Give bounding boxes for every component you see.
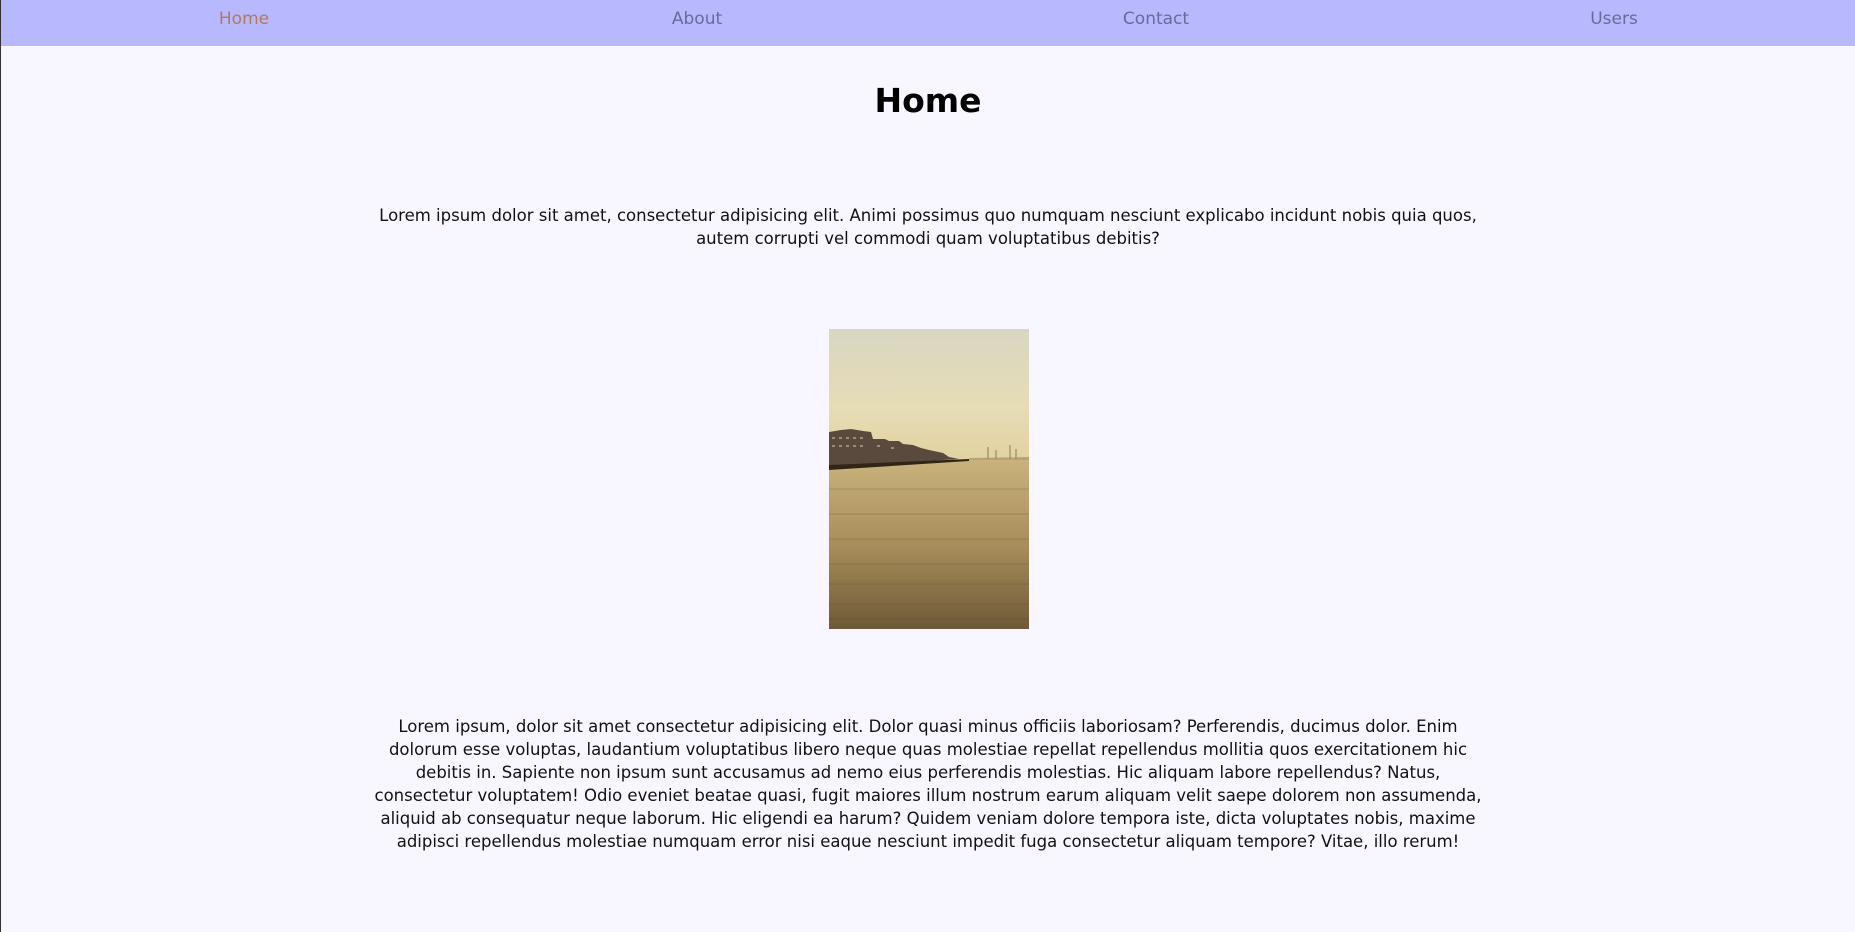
top-navbar: Home About Contact Users — [1, 0, 1855, 46]
waterfront-photo-graphic — [829, 329, 1029, 629]
body-paragraph: Lorem ipsum, dolor sit amet consectetur … — [374, 717, 1482, 851]
intro-paragraph: Lorem ipsum dolor sit amet, consectetur … — [379, 206, 1477, 248]
page-title: Home — [874, 81, 982, 120]
nav-link-contact[interactable]: Contact — [1123, 0, 1189, 38]
nav-link-home[interactable]: Home — [219, 0, 269, 38]
nav-link-about[interactable]: About — [672, 0, 722, 38]
waterfront-photo — [829, 329, 1029, 629]
nav-link-users[interactable]: Users — [1590, 0, 1638, 38]
